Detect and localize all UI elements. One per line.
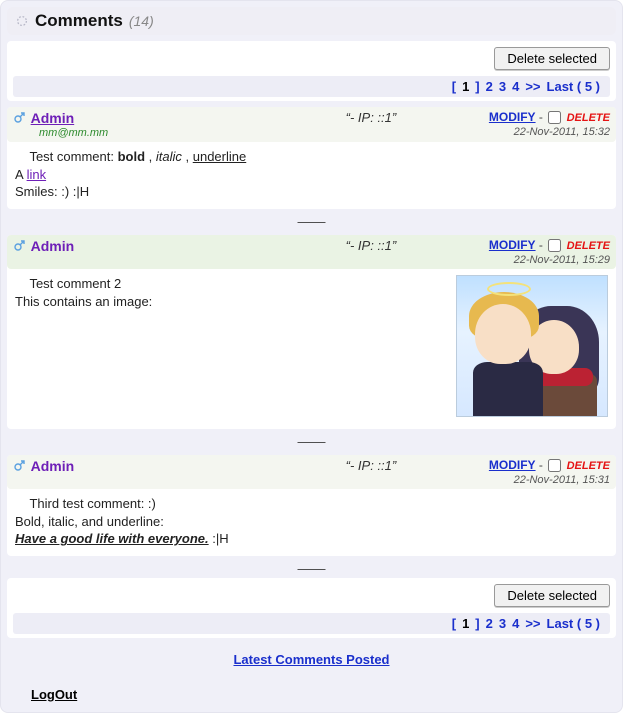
comment-1-author[interactable]: Admin bbox=[31, 110, 75, 126]
comment-3-author[interactable]: Admin bbox=[31, 458, 75, 474]
pager-bottom: [1] 2 3 4 >> Last ( 5 ) bbox=[13, 613, 610, 634]
comments-page: Comments (14) Delete selected [1] 2 3 4 … bbox=[0, 0, 623, 713]
comment-3-body: Third test comment: :) Bold, italic, and… bbox=[7, 489, 616, 556]
c3-line2: Bold, italic, and underline: bbox=[15, 514, 164, 529]
gender-male-icon bbox=[13, 460, 25, 475]
pager-last-b[interactable]: Last ( 5 ) bbox=[547, 616, 600, 631]
pager-bracket-open: [ bbox=[452, 79, 456, 94]
gender-male-icon bbox=[13, 240, 25, 255]
comment-3-modify-link[interactable]: MODIFY bbox=[489, 458, 536, 472]
comment-1-select-checkbox[interactable] bbox=[548, 111, 561, 124]
comment-3: Admin “- IP: ::1” MODIFY - DELETE 22-Nov… bbox=[7, 455, 616, 556]
separator: —— bbox=[7, 560, 616, 576]
latest-comments-link[interactable]: Latest Comments Posted bbox=[233, 652, 389, 667]
pager-current-b: 1 bbox=[462, 616, 469, 631]
c1-sep2: , bbox=[182, 149, 193, 164]
c1-line2pre: A bbox=[15, 167, 27, 182]
dash: - bbox=[539, 110, 546, 124]
dash: - bbox=[539, 238, 546, 252]
header-icon bbox=[15, 14, 29, 28]
pager-current: 1 bbox=[462, 79, 469, 94]
c1-italic: italic bbox=[156, 149, 182, 164]
comment-2-header: Admin “- IP: ::1” MODIFY - DELETE 22-Nov… bbox=[7, 235, 616, 269]
pager-page-3-b[interactable]: 3 bbox=[499, 616, 506, 631]
c2-line1: Test comment 2 bbox=[29, 276, 121, 291]
pager-next[interactable]: >> bbox=[525, 79, 540, 94]
pager-page-2[interactable]: 2 bbox=[486, 79, 493, 94]
c1-line3: Smiles: :) :|H bbox=[15, 184, 89, 199]
latest-link-row: Latest Comments Posted bbox=[7, 652, 616, 667]
comment-2-ip: “- IP: ::1” bbox=[253, 238, 489, 253]
comment-1-delete-link[interactable]: DELETE bbox=[567, 112, 610, 124]
comment-3-delete-link[interactable]: DELETE bbox=[567, 460, 610, 472]
c1-link[interactable]: link bbox=[27, 167, 47, 182]
comment-1-ip: “- IP: ::1” bbox=[253, 110, 489, 125]
c3-styled: Have a good life with everyone. bbox=[15, 531, 209, 546]
pager-bracket-open: [ bbox=[452, 616, 456, 631]
page-header: Comments (14) bbox=[7, 7, 616, 35]
c2-line2: This contains an image: bbox=[15, 294, 152, 309]
comment-1-modify-link[interactable]: MODIFY bbox=[489, 110, 536, 124]
comment-2-delete-link[interactable]: DELETE bbox=[567, 240, 610, 252]
comment-1-body: Test comment: bold , italic , underline … bbox=[7, 142, 616, 209]
pager-page-4[interactable]: 4 bbox=[512, 79, 519, 94]
c1-text: Test comment: bbox=[29, 149, 117, 164]
comment-3-ip: “- IP: ::1” bbox=[253, 458, 489, 473]
delete-selected-button-top[interactable]: Delete selected bbox=[494, 47, 610, 70]
comment-2: Admin “- IP: ::1” MODIFY - DELETE 22-Nov… bbox=[7, 235, 616, 429]
separator: —— bbox=[7, 433, 616, 449]
comment-3-timestamp: 22-Nov-2011, 15:31 bbox=[514, 474, 610, 486]
pager-page-2-b[interactable]: 2 bbox=[486, 616, 493, 631]
comment-2-select-checkbox[interactable] bbox=[548, 239, 561, 252]
logout-link[interactable]: LogOut bbox=[31, 687, 77, 702]
bottom-panel: Delete selected [1] 2 3 4 >> Last ( 5 ) bbox=[7, 578, 616, 638]
comment-1-header: Admin mm@mm.mm “- IP: ::1” MODIFY - DELE… bbox=[7, 107, 616, 142]
pager-bracket-close: ] bbox=[475, 79, 479, 94]
comment-2-image bbox=[456, 275, 608, 417]
comment-3-select-checkbox[interactable] bbox=[548, 459, 561, 472]
pager-last[interactable]: Last ( 5 ) bbox=[547, 79, 600, 94]
delete-selected-button-bottom[interactable]: Delete selected bbox=[494, 584, 610, 607]
comment-3-header: Admin “- IP: ::1” MODIFY - DELETE 22-Nov… bbox=[7, 455, 616, 489]
comment-2-timestamp: 22-Nov-2011, 15:29 bbox=[514, 254, 610, 266]
pager-bracket-close: ] bbox=[475, 616, 479, 631]
comment-1: Admin mm@mm.mm “- IP: ::1” MODIFY - DELE… bbox=[7, 107, 616, 209]
comment-1-email[interactable]: mm@mm.mm bbox=[39, 127, 253, 139]
c1-underline: underline bbox=[193, 149, 247, 164]
comment-1-timestamp: 22-Nov-2011, 15:32 bbox=[514, 126, 610, 138]
pager-top: [1] 2 3 4 >> Last ( 5 ) bbox=[13, 76, 610, 97]
comment-2-body: Test comment 2 This contains an image: bbox=[7, 269, 616, 429]
c3-tail: :|H bbox=[209, 531, 229, 546]
top-panel: Delete selected [1] 2 3 4 >> Last ( 5 ) bbox=[7, 41, 616, 101]
comment-2-author[interactable]: Admin bbox=[31, 238, 75, 254]
separator: —— bbox=[7, 213, 616, 229]
gender-male-icon bbox=[13, 112, 25, 127]
comment-2-modify-link[interactable]: MODIFY bbox=[489, 238, 536, 252]
dash: - bbox=[539, 458, 546, 472]
page-title: Comments bbox=[35, 11, 123, 31]
c1-sep1: , bbox=[145, 149, 156, 164]
comment-count: (14) bbox=[129, 13, 154, 29]
c1-bold: bold bbox=[118, 149, 145, 164]
pager-next-b[interactable]: >> bbox=[525, 616, 540, 631]
pager-page-4-b[interactable]: 4 bbox=[512, 616, 519, 631]
pager-page-3[interactable]: 3 bbox=[499, 79, 506, 94]
c3-line1: Third test comment: :) bbox=[29, 496, 155, 511]
